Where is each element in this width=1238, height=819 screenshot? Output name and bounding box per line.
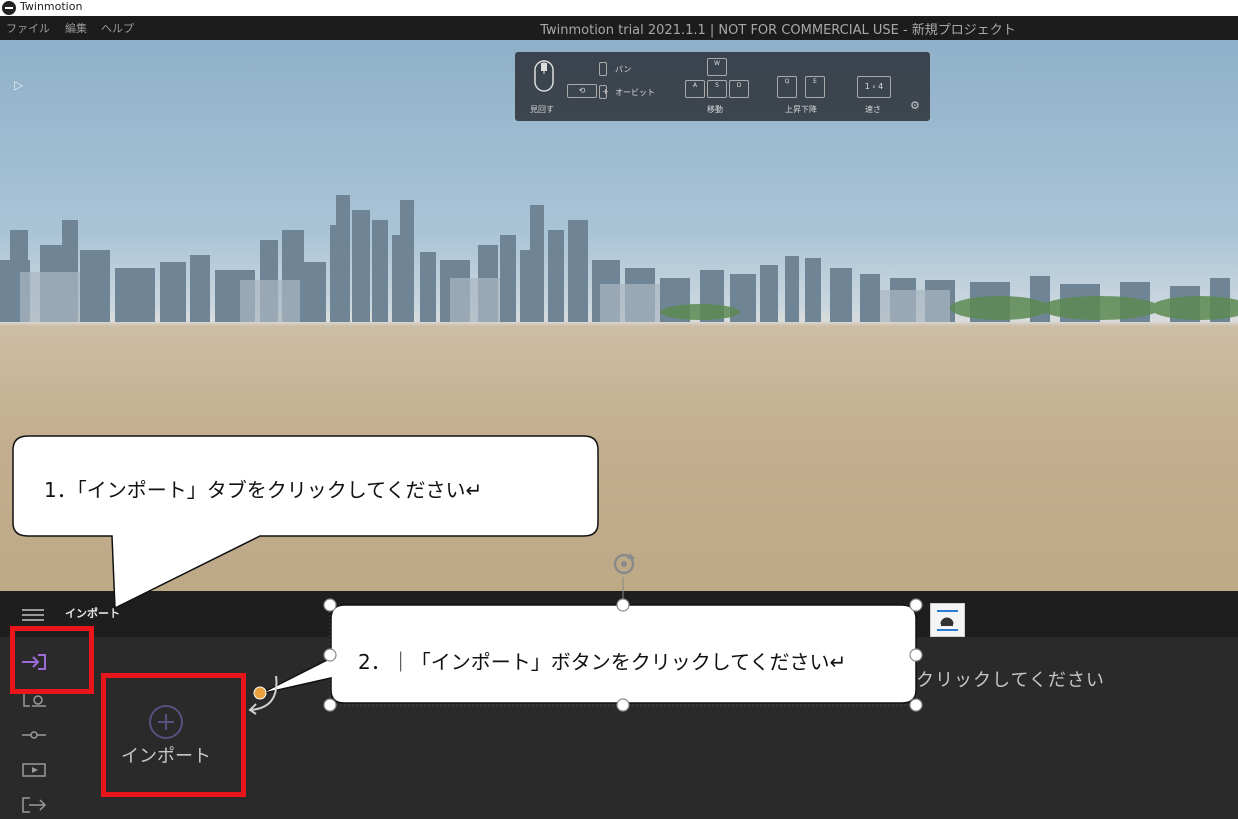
os-window-title: Twinmotion <box>20 0 83 13</box>
move-label: 移動 <box>707 105 723 114</box>
key-a: A <box>685 80 705 98</box>
text-wrap-icon <box>937 610 958 631</box>
orbit-label: オービット <box>615 88 655 97</box>
pan-label: パン <box>615 65 632 74</box>
key-s: S <box>707 80 727 98</box>
layout-options-button[interactable] <box>930 603 965 637</box>
mouse-icon <box>534 60 554 92</box>
rotate-handle-icon[interactable] <box>610 550 638 578</box>
media-tab-icon[interactable] <box>20 760 48 780</box>
gear-icon[interactable]: ⚙ <box>910 99 920 112</box>
key-q: Q <box>777 76 797 98</box>
app-title: Twinmotion trial 2021.1.1 | NOT FOR COMM… <box>540 23 1016 38</box>
play-triangle-icon[interactable]: ▷ <box>14 78 23 92</box>
mouse-left-hint: ⟲ <box>567 84 597 98</box>
updown-label: 上昇下降 <box>785 105 817 114</box>
mouse-right-icon <box>599 62 607 76</box>
look-label: 見回す <box>530 105 554 114</box>
export-tab-icon[interactable] <box>20 795 48 815</box>
mouse-middle-icon <box>599 85 607 99</box>
city-skyline <box>0 195 1238 322</box>
highlight-import-button <box>101 673 246 797</box>
key-w: W <box>707 58 727 76</box>
callout-step2-text: 2．｜「インポート」ボタンをクリックしてください↵ <box>358 650 847 674</box>
key-d: D <box>729 80 749 98</box>
menu-bar: ファイル 編集 ヘルプ Twinmotion trial 2021.1.1 | … <box>0 16 1238 40</box>
os-title-bar: Twinmotion <box>0 0 1238 16</box>
navigation-hints-panel: 見回す ⟲ + パン オービット W A S D 移動 Q E 上昇下降 1 ‹… <box>515 52 930 121</box>
speed-label: 速さ <box>865 105 881 114</box>
speed-keys: 1 ‹ 4 <box>857 76 891 98</box>
key-e: E <box>805 76 825 98</box>
highlight-import-tab <box>10 626 94 694</box>
callout-step2-shape[interactable] <box>240 548 975 718</box>
twinmotion-logo-icon <box>2 1 16 15</box>
settings-tab-icon[interactable] <box>20 725 48 745</box>
callout-step1-text: 1．「インポート」タブをクリックしてください↵ <box>44 478 483 502</box>
